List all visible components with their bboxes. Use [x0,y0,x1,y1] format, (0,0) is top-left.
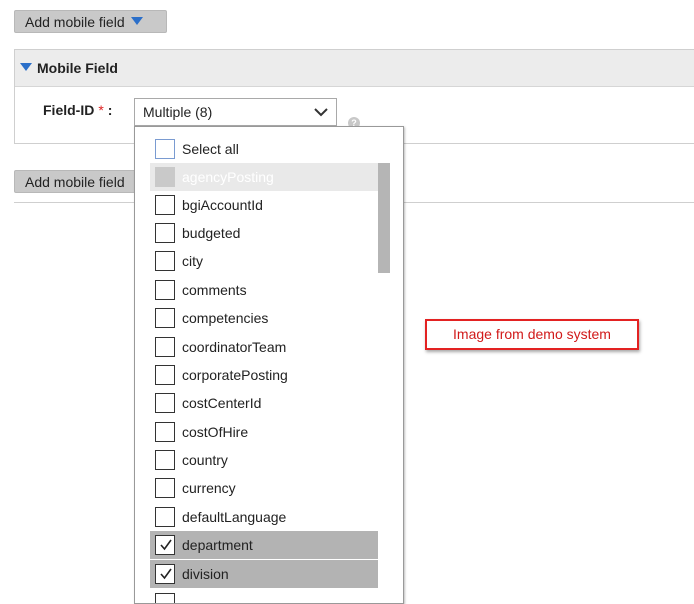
checkbox[interactable] [155,223,175,243]
field-id-select-value: Multiple (8) [143,104,213,120]
option-competencies[interactable]: competencies [150,304,378,332]
option-department[interactable]: department [150,531,378,559]
panel-header[interactable]: Mobile Field [15,50,694,87]
option-agencyposting: agencyPosting [150,163,378,191]
field-id-label-text: Field-ID [43,102,95,118]
option-select-all[interactable]: Select all [150,135,378,163]
option-partial[interactable] [150,589,378,603]
option-label: city [182,253,203,269]
checkbox[interactable] [155,280,175,300]
option-label: budgeted [182,225,241,241]
checkbox[interactable] [155,593,175,603]
option-label: division [182,566,229,582]
checkbox-checked[interactable] [155,564,175,584]
checkbox[interactable] [155,393,175,413]
add-mobile-field-label: Add mobile field [25,14,125,30]
option-label: comments [182,282,247,298]
option-label: bgiAccountId [182,197,263,213]
option-country[interactable]: country [150,446,378,474]
option-currency[interactable]: currency [150,474,378,502]
checkbox[interactable] [155,422,175,442]
add-mobile-field-button-bottom[interactable]: Add mobile field [14,170,136,193]
field-id-label: Field-ID *: [43,102,112,118]
option-label: costCenterId [182,395,262,411]
option-label: defaultLanguage [182,509,287,525]
checkbox[interactable] [155,365,175,385]
option-label: competencies [182,310,269,326]
option-label: Select all [182,141,239,157]
option-budgeted[interactable]: budgeted [150,219,378,247]
checkbox[interactable] [155,337,175,357]
field-id-dropdown: Select all agencyPosting bgiAccountId bu… [134,126,404,604]
option-city[interactable]: city [150,247,378,275]
option-label: currency [182,480,236,496]
collapse-triangle-icon[interactable] [20,63,32,71]
dropdown-scrollbar[interactable] [378,163,390,273]
demo-system-annotation: Image from demo system [425,319,639,350]
option-costcenterid[interactable]: costCenterId [150,389,378,417]
checkbox [155,167,175,187]
label-colon: : [107,102,113,118]
option-label: department [182,537,253,553]
checkbox[interactable] [155,507,175,527]
check-icon [160,568,172,580]
option-defaultlanguage[interactable]: defaultLanguage [150,503,378,531]
checkbox[interactable] [155,308,175,328]
checkbox[interactable] [155,251,175,271]
checkbox[interactable] [155,139,175,159]
checkbox[interactable] [155,478,175,498]
option-coordinatorteam[interactable]: coordinatorTeam [150,333,378,361]
add-mobile-field-button[interactable]: Add mobile field [14,10,167,33]
checkbox[interactable] [155,195,175,215]
checkbox-checked[interactable] [155,535,175,555]
option-label: costOfHire [182,424,249,440]
required-marker: * [98,102,104,118]
option-costofhire[interactable]: costOfHire [150,418,378,446]
option-bgiaccountid[interactable]: bgiAccountId [150,191,378,219]
option-division[interactable]: division [150,560,378,588]
chevron-down-icon[interactable] [314,105,328,119]
option-corporateposting[interactable]: corporatePosting [150,361,378,389]
option-label: coordinatorTeam [182,339,287,355]
add-mobile-field-label-bottom: Add mobile field [25,174,125,190]
option-label: country [182,452,228,468]
panel-title: Mobile Field [37,60,118,76]
field-id-select[interactable]: Multiple (8) [134,98,337,126]
option-label: corporatePosting [182,367,288,383]
option-comments[interactable]: comments [150,276,378,304]
check-icon [160,539,172,551]
dropdown-triangle-icon [130,17,143,25]
option-label: agencyPosting [182,169,274,185]
checkbox[interactable] [155,450,175,470]
